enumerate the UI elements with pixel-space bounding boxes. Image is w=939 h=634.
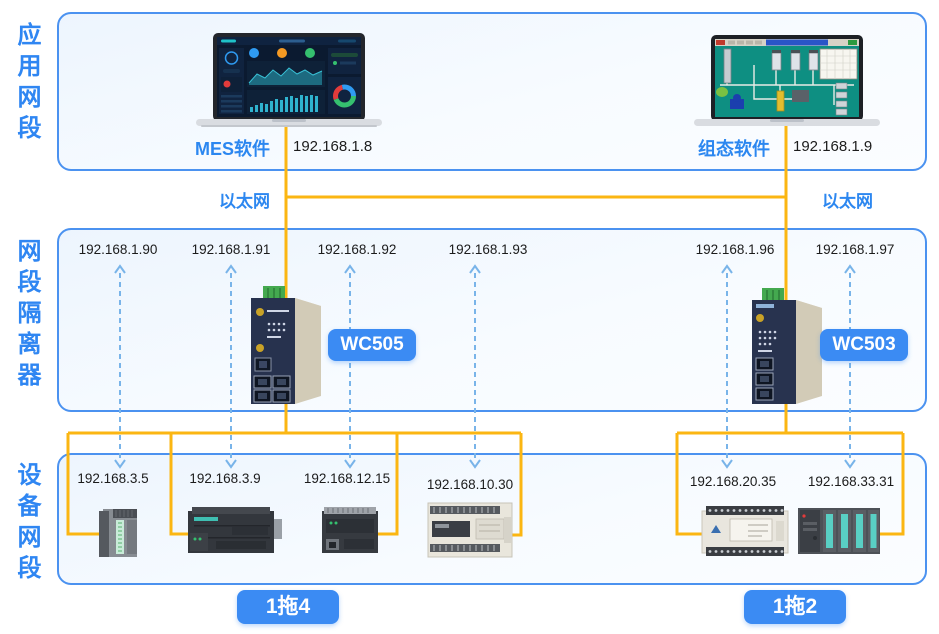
wan-ip-label-6: 192.168.1.97 — [800, 242, 910, 257]
isolator-segment-label: 网段隔离器 — [16, 236, 43, 391]
wc505-badge: WC505 — [328, 329, 416, 361]
wan-ip-label-2: 192.168.1.91 — [176, 242, 286, 257]
device-ip-label-5: 192.168.20.35 — [678, 474, 788, 489]
network-topology-diagram: 应用网段 网段隔离器 设备网段 — [0, 0, 939, 634]
device-ip-label-4: 192.168.10.30 — [415, 477, 525, 492]
plc-device-image-2 — [186, 503, 282, 558]
mapping-arrow-1 — [115, 266, 125, 467]
wc505-gateway-graphic — [243, 286, 333, 408]
device-ip-label-3: 192.168.12.15 — [292, 471, 402, 486]
plc-device-image-4 — [426, 497, 516, 563]
wc505-device-image — [243, 286, 333, 408]
mes-software-label: MES软件 — [168, 135, 270, 161]
plc-terminal-graphic — [700, 503, 792, 559]
mapping-arrow-6 — [845, 266, 855, 467]
group-badge-1to4: 1拖4 — [237, 590, 339, 624]
plc-device-image-6 — [796, 504, 882, 558]
scada-software-label: 组态软件 — [668, 135, 770, 161]
plc-wide-dark-graphic — [186, 503, 282, 558]
mapping-arrow-5 — [722, 266, 732, 467]
mapping-arrow-3 — [345, 266, 355, 467]
mes-dashboard-screen — [196, 33, 382, 130]
group-badge-1to2: 1拖2 — [744, 590, 846, 624]
plc-modular-graphic — [97, 505, 141, 560]
device-ip-label-6: 192.168.33.31 — [796, 474, 906, 489]
mes-ip-label: 192.168.1.8 — [293, 138, 372, 155]
device-ip-label-2: 192.168.3.9 — [170, 471, 280, 486]
mapping-arrow-2 — [226, 266, 236, 467]
wc503-badge: WC503 — [820, 329, 908, 361]
device-ip-label-1: 192.168.3.5 — [58, 471, 168, 486]
plc-compact-graphic — [318, 505, 382, 557]
mapping-arrow-4 — [470, 266, 480, 467]
scada-ip-label: 192.168.1.9 — [793, 138, 872, 155]
plc-device-image-3 — [318, 505, 382, 557]
wan-ip-label-5: 192.168.1.96 — [680, 242, 790, 257]
ethernet-label-right: 以太网 — [822, 187, 873, 212]
plc-device-image-1 — [97, 505, 141, 560]
wan-ip-label-3: 192.168.1.92 — [302, 242, 412, 257]
wan-ip-label-1: 192.168.1.90 — [63, 242, 173, 257]
plc-device-image-5 — [700, 503, 792, 559]
plc-rack-graphic — [796, 504, 882, 558]
mes-laptop-image — [196, 33, 382, 130]
device-segment-label: 设备网段 — [16, 460, 43, 584]
plc-beige-graphic — [426, 497, 516, 563]
app-segment-label: 应用网段 — [16, 20, 43, 144]
wan-ip-label-4: 192.168.1.93 — [433, 242, 543, 257]
scada-hmi-screen — [694, 35, 880, 130]
ethernet-label-left: 以太网 — [198, 187, 270, 212]
scada-laptop-image — [694, 35, 880, 130]
